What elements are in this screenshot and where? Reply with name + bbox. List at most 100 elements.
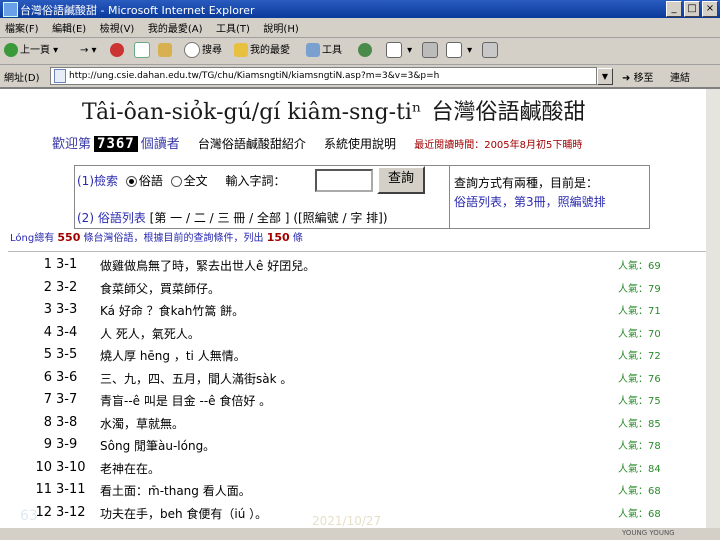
watermark-text: YOUNG YOUNG xyxy=(622,529,675,537)
hint-line-1: 查詢方式有兩種，目前是： xyxy=(454,176,599,190)
proverb-index: 4 xyxy=(43,324,52,340)
slide-number: 63 xyxy=(20,508,38,524)
close-button[interactable]: × xyxy=(702,1,718,17)
page-icon xyxy=(54,68,66,83)
mail-button[interactable]: ▾ xyxy=(386,42,412,60)
search-panel: (1)檢索 俗語 全文 輸入字詞： 查詢 (2) 俗語列表 [第 一 / 二 /… xyxy=(74,165,650,229)
forward-button[interactable]: → ▾ xyxy=(80,42,97,60)
menu-view[interactable]: 檢視(V) xyxy=(95,18,140,37)
stop-icon xyxy=(110,43,124,57)
proverb-code: 3-11 xyxy=(56,482,86,497)
proverb-index: 3 xyxy=(43,302,52,317)
proverb-row[interactable]: 8 3-8 水濁，草就無。 人氣：85 xyxy=(0,415,720,437)
vertical-scrollbar[interactable] xyxy=(706,89,720,540)
proverb-row[interactable]: 1 3-1 做雞做鳥無了時，緊去出世人ê 好囝兒。 人氣：69 xyxy=(0,257,720,279)
proverb-popularity: 人氣：78 xyxy=(618,441,661,452)
print-button[interactable] xyxy=(422,42,440,60)
refresh-button[interactable] xyxy=(134,42,152,60)
go-label: 移至 xyxy=(633,73,654,84)
proverb-row[interactable]: 6 3-6 三、九，四、五月，間人滿街sàk 。 人氣：76 xyxy=(0,370,720,392)
proverb-code: 3-3 xyxy=(56,302,78,317)
proverb-text[interactable]: 人 死人，氣死人。 xyxy=(100,325,200,342)
proverb-code: 3-6 xyxy=(56,369,78,385)
input-label: 輸入字詞： xyxy=(225,174,286,188)
proverb-row[interactable]: 2 3-2 食菜師父，買菜師仔。 人氣：79 xyxy=(0,280,720,302)
proverb-row[interactable]: 10 3-10 老神在在。 人氣：84 xyxy=(0,460,720,482)
radio-proverb[interactable] xyxy=(125,176,137,187)
proverb-text[interactable]: 食菜師父，買菜師仔。 xyxy=(100,280,220,297)
menu-tools[interactable]: 工具(T) xyxy=(211,18,255,37)
keyword-input[interactable] xyxy=(315,169,373,192)
menu-edit[interactable]: 編輯(E) xyxy=(47,18,91,37)
proverb-text[interactable]: 燒人厚 hēng ，ti 人無情。 xyxy=(100,347,246,364)
menu-file[interactable]: 檔案(F) xyxy=(0,18,44,37)
window-controls: _ □ × xyxy=(664,1,718,17)
proverb-popularity: 人氣：70 xyxy=(618,328,661,340)
discuss-button[interactable] xyxy=(482,42,500,60)
usage-link[interactable]: 系統使用說明 xyxy=(324,137,396,151)
back-button[interactable]: 上一頁 ▾ xyxy=(4,42,58,60)
maximize-button[interactable]: □ xyxy=(684,1,700,17)
proverb-text[interactable]: 看土面：m̄-thang 看人面。 xyxy=(100,482,251,499)
volume-links[interactable]: [第 一 / 二 / 三 冊 / 全部 ] xyxy=(150,211,290,225)
address-label: 網址(D) xyxy=(4,73,40,84)
address-dropdown-icon[interactable]: ▼ xyxy=(597,68,613,85)
edit-button[interactable]: ▾ xyxy=(446,42,472,60)
proverb-text[interactable]: 青盲--ê 叫是 目金 --ê 食倍好 。 xyxy=(100,392,271,409)
radio-fulltext-label: 全文 xyxy=(183,174,208,188)
history-button[interactable] xyxy=(358,42,374,60)
menu-help[interactable]: 說明(H) xyxy=(258,18,303,37)
intro-link[interactable]: 台灣俗語鹹酸甜紹介 xyxy=(198,137,306,151)
minimize-button[interactable]: _ xyxy=(666,1,682,17)
favorites-button[interactable]: 我的最愛 xyxy=(234,42,290,60)
proverb-row[interactable]: 3 3-3 Ká 好命 ？食kah竹篙 餅。 人氣：71 xyxy=(0,302,720,324)
proverb-popularity: 人氣：68 xyxy=(618,508,661,520)
sort-links[interactable]: ([照編號 / 字 排]) xyxy=(293,211,387,225)
search-toolbar-label: 搜尋 xyxy=(202,45,222,56)
proverb-text[interactable]: 三、九，四、五月，間人滿街sàk 。 xyxy=(100,370,292,387)
proverb-text[interactable]: 水濁，草就無。 xyxy=(100,415,184,432)
go-button[interactable]: ➜ 移至 xyxy=(622,69,654,84)
stop-button[interactable] xyxy=(110,42,126,60)
page-title-chinese: 台灣俗語鹹酸甜 xyxy=(431,100,586,125)
page-title: Tâi-ôan-siỏk-gú/gí kiâm-sng-tiⁿ 台灣俗語鹹酸甜 xyxy=(82,94,585,126)
proverb-row[interactable]: 4 3-4 人 死人，氣死人。 人氣：70 xyxy=(0,325,720,347)
discuss-icon xyxy=(482,42,498,58)
proverb-index: 6 xyxy=(43,369,52,385)
search-label: (1)檢索 xyxy=(77,174,118,188)
proverb-popularity: 人氣：69 xyxy=(618,261,661,272)
welcome-line: 歡迎第 7367 個讀者 台灣俗語鹹酸甜紹介 系統使用說明 最近閱讀時間：2005年… xyxy=(52,133,582,152)
proverb-text[interactable]: Ká 好命 ？食kah竹篙 餅。 xyxy=(100,302,244,319)
welcome-prefix: 歡迎第 xyxy=(52,137,92,152)
page-title-roman: Tâi-ôan-siỏk-gú/gí kiâm-sng-tiⁿ xyxy=(82,100,422,125)
proverb-popularity: 人氣：72 xyxy=(618,351,661,362)
mail-icon xyxy=(386,42,402,58)
window-titlebar: 台灣俗語鹹酸甜 - Microsoft Internet Explorer _ □… xyxy=(0,0,720,18)
proverb-text[interactable]: 做雞做鳥無了時，緊去出世人ê 好囝兒。 xyxy=(100,257,315,274)
address-input[interactable]: http://ung.csie.dahan.edu.tw/TG/chu/Kiam… xyxy=(50,67,597,85)
radio-fulltext[interactable] xyxy=(170,176,182,187)
proverb-text[interactable]: 老神在在。 xyxy=(100,460,160,477)
proverb-popularity: 人氣：68 xyxy=(618,486,661,497)
proverb-code: 3-12 xyxy=(56,504,86,520)
proverb-text[interactable]: Sông 閒筆àu-lóng。 xyxy=(100,437,215,454)
proverb-row[interactable]: 7 3-7 青盲--ê 叫是 目金 --ê 食倍好 。 人氣：75 xyxy=(0,392,720,414)
proverb-row[interactable]: 11 3-11 看土面：m̄-thang 看人面。 人氣：68 xyxy=(0,482,720,504)
proverb-popularity: 人氣：84 xyxy=(618,463,661,475)
proverb-code: 3-2 xyxy=(56,279,78,295)
menu-bar: 檔案(F) 編輯(E) 檢視(V) 我的最愛(A) 工具(T) 說明(H) xyxy=(0,18,720,38)
proverb-row[interactable]: 9 3-9 Sông 閒筆àu-lóng。 人氣：78 xyxy=(0,437,720,459)
proverb-text[interactable]: 功夫在手，beh 食便有（iú ）。 xyxy=(100,505,267,522)
search-toolbar-button[interactable]: 搜尋 xyxy=(184,42,222,60)
query-button[interactable]: 查詢 xyxy=(377,166,425,194)
proverb-popularity: 人氣：79 xyxy=(618,283,661,295)
menu-favorites[interactable]: 我的最愛(A) xyxy=(143,18,208,37)
proverb-row[interactable]: 5 3-5 燒人厚 hēng ，ti 人無情。 人氣：72 xyxy=(0,347,720,369)
divider xyxy=(8,251,712,252)
proverb-code: 3-9 xyxy=(56,437,78,452)
tools-button[interactable]: 工具 xyxy=(306,42,342,60)
home-icon xyxy=(158,43,172,57)
home-button[interactable] xyxy=(158,42,174,60)
search-panel-left: (1)檢索 俗語 全文 輸入字詞： 查詢 (2) 俗語列表 [第 一 / 二 /… xyxy=(75,166,449,228)
links-button[interactable]: 連結 xyxy=(670,69,690,84)
